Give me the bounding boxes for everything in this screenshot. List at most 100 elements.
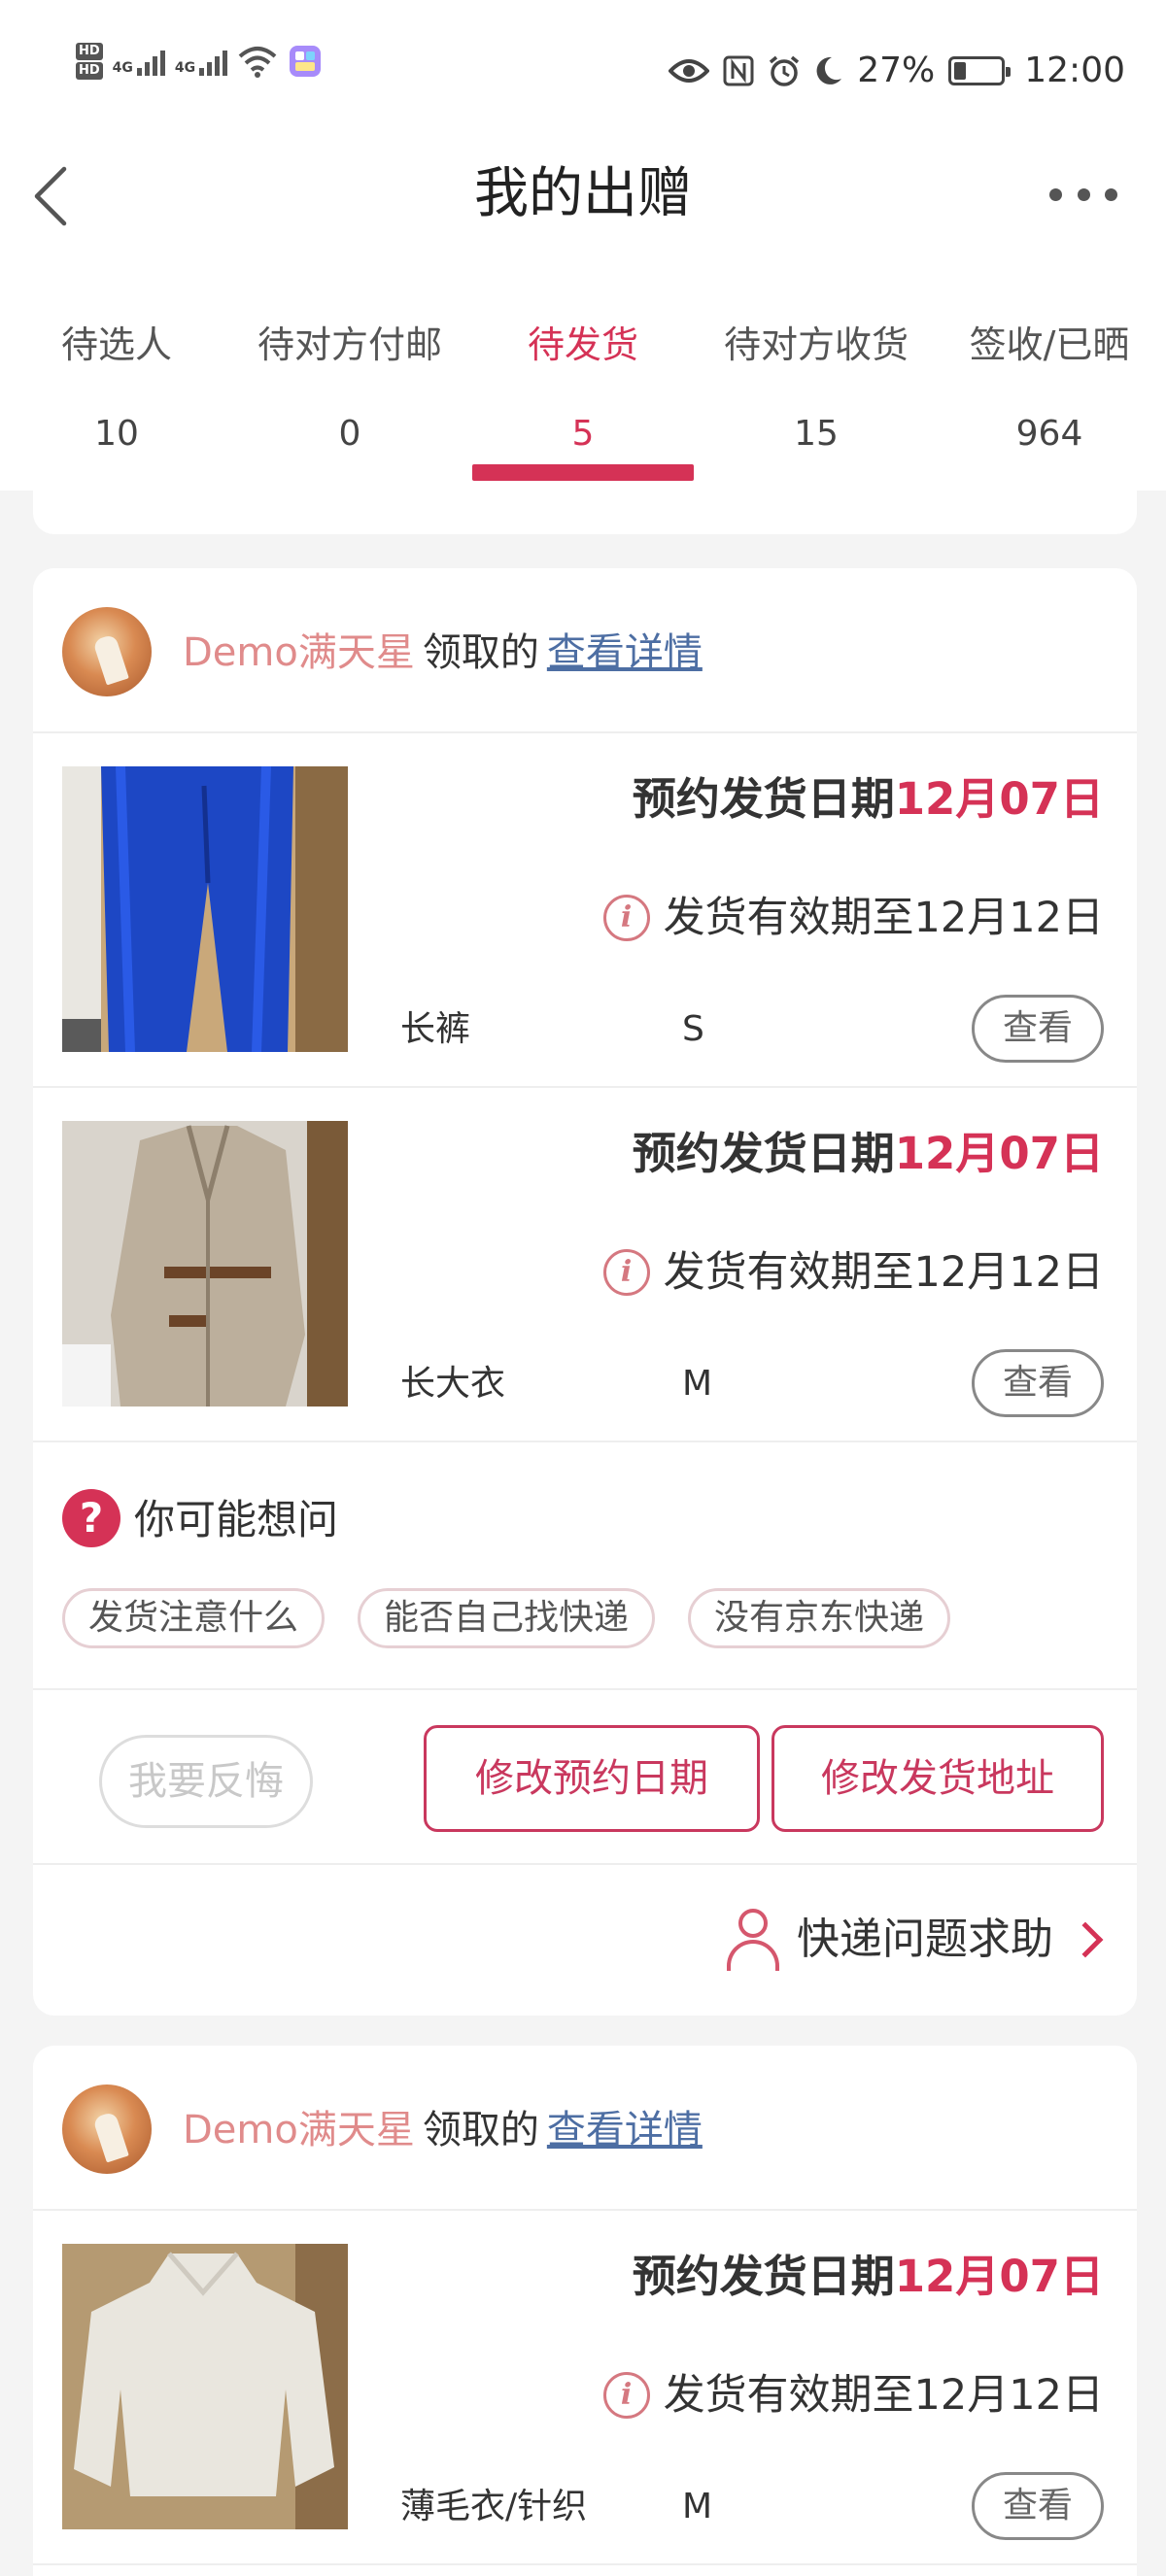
appointment-date: 预约发货日期12月07日 [633, 768, 1104, 830]
order-item: 预约发货日期12月07日 i 发货有效期至12月12日 长大衣 M 查看 [33, 1088, 1137, 1442]
status-bar-right: 27% 12:00 [669, 51, 1125, 90]
claim-label: 领取的 [422, 630, 539, 675]
net-2-label: 4G [174, 60, 196, 76]
status-bar: HD HD 4G 4G 27% 12:00 [0, 0, 1166, 146]
deadline-text: 发货有效期至12月12日 [663, 2371, 1104, 2420]
nfc-icon [723, 55, 754, 85]
alarm-icon [770, 55, 800, 86]
item-size: S [682, 1009, 704, 1049]
receiver-name[interactable]: Demo满天星 [183, 630, 415, 675]
receiver-name[interactable]: Demo满天星 [183, 2108, 415, 2152]
view-detail-link[interactable]: 查看详情 [547, 2108, 703, 2152]
moon-icon [816, 56, 842, 85]
view-item-button[interactable]: 查看 [972, 2472, 1104, 2540]
appointment-label: 预约发货日期 [632, 1128, 895, 1179]
tab-count: 15 [794, 414, 839, 454]
regret-button[interactable]: 我要反悔 [99, 1735, 313, 1828]
item-photo-pants[interactable] [62, 766, 348, 1052]
order-card: Demo满天星 领取的 查看详情 预约发货日期12月07日 i 发货有效期至12月1… [33, 568, 1137, 2016]
order-actions: 我要反悔 修改预约日期 修改发货地址 [33, 1690, 1137, 1865]
tab-count: 0 [338, 414, 361, 454]
tab-signed-shared[interactable]: 签收/已晒 964 [933, 282, 1166, 491]
appointment-label: 预约发货日期 [632, 773, 895, 825]
item-size: M [682, 1364, 713, 1404]
item-name: 长裤 [400, 1009, 471, 1049]
tab-label: 待对方收货 [723, 323, 909, 366]
faq-title: 你可能想问 [134, 1496, 339, 1543]
order-header: Demo满天星 领取的 查看详情 [33, 568, 1137, 733]
deadline-text: 发货有效期至12月12日 [663, 1248, 1104, 1297]
order-item: 预约发货日期12月07日 i 发货有效期至12月12日 薄毛衣/针织 M 查看 [33, 2211, 1137, 2565]
info-icon[interactable]: i [602, 895, 650, 941]
signal-1-icon: 4G [113, 47, 165, 76]
order-header-text: Demo满天星 领取的 查看详情 [183, 627, 703, 679]
tab-label: 待对方付邮 [257, 323, 442, 366]
shipping-deadline: i 发货有效期至12月12日 [602, 2364, 1104, 2426]
tab-label: 待选人 [60, 323, 172, 366]
signal-2-icon: 4G [174, 47, 228, 76]
avatar[interactable] [62, 2085, 152, 2174]
faq-section: ? 你可能想问 发货注意什么 能否自己找快递 没有京东快递 [33, 1442, 1137, 1690]
shipping-deadline: i 发货有效期至12月12日 [602, 1241, 1104, 1304]
tab-pending-postage[interactable]: 待对方付邮 0 [233, 282, 466, 491]
info-icon[interactable]: i [602, 2372, 650, 2419]
battery-percent: 27% [857, 51, 936, 90]
hd-1-label: HD [76, 43, 103, 60]
order-header-text: Demo满天星 领取的 查看详情 [183, 2104, 703, 2156]
order-header: Demo满天星 领取的 查看详情 [33, 2046, 1137, 2211]
change-shipping-address-button[interactable]: 修改发货地址 [772, 1725, 1104, 1832]
view-item-button[interactable]: 查看 [972, 1349, 1104, 1417]
deadline-text: 发货有效期至12月12日 [663, 894, 1104, 942]
tab-count: 5 [571, 414, 595, 454]
info-icon[interactable]: i [602, 1249, 650, 1296]
question-icon: ? [62, 1489, 120, 1547]
view-detail-link[interactable]: 查看详情 [547, 630, 703, 675]
tab-pending-shipment[interactable]: 待发货 5 [466, 282, 700, 491]
status-time: 12:00 [1024, 51, 1125, 90]
faq-chip[interactable]: 发货注意什么 [62, 1588, 326, 1648]
faq-chips: 发货注意什么 能否自己找快递 没有京东快递 [62, 1588, 951, 1648]
courier-help-row[interactable]: 快递问题求助 [33, 1865, 1137, 2016]
appointment-date: 预约发货日期12月07日 [633, 2246, 1104, 2308]
courier-help-label: 快递问题求助 [797, 1915, 1053, 1964]
tab-count: 10 [94, 414, 139, 454]
tab-label: 待发货 [527, 323, 638, 366]
courier-help-content: 快递问题求助 [725, 1906, 1108, 1974]
tab-pending-selection[interactable]: 待选人 10 [0, 282, 233, 491]
appointment-date: 预约发货日期12月07日 [633, 1123, 1104, 1185]
change-appointment-date-button[interactable]: 修改预约日期 [424, 1725, 760, 1832]
shipping-deadline: i 发货有效期至12月12日 [602, 887, 1104, 949]
navigation-bar: 我的出赠 [0, 146, 1166, 282]
appointment-date-value: 12月07日 [894, 1128, 1104, 1179]
view-item-button[interactable]: 查看 [972, 995, 1104, 1063]
previous-card-edge [33, 491, 1137, 534]
avatar[interactable] [62, 607, 152, 696]
appointment-date-value: 12月07日 [894, 2251, 1104, 2302]
order-card: Demo满天星 领取的 查看详情 预约发货日期12月07日 i 发货有效期至12月1… [33, 2046, 1137, 2576]
wifi-icon [238, 47, 277, 78]
hd-indicator: HD HD [76, 43, 103, 80]
chevron-right-icon [1067, 1921, 1104, 1958]
item-size: M [682, 2487, 713, 2526]
tab-pending-receipt[interactable]: 待对方收货 15 [700, 282, 933, 491]
battery-icon [948, 55, 1012, 85]
hd-2-label: HD [76, 62, 103, 80]
item-photo-coat[interactable] [62, 1121, 348, 1407]
eye-icon [669, 58, 710, 83]
app-badge-icon [290, 46, 322, 77]
tab-count: 964 [1015, 414, 1083, 454]
item-name: 长大衣 [400, 1364, 506, 1404]
item-name: 薄毛衣/针织 [400, 2487, 588, 2526]
net-1-label: 4G [112, 60, 133, 76]
item-photo-sweater[interactable] [62, 2244, 348, 2529]
person-icon [725, 1909, 781, 1971]
faq-chip[interactable]: 没有京东快递 [688, 1588, 951, 1648]
appointment-date-value: 12月07日 [894, 773, 1104, 825]
tab-label: 签收/已晒 [969, 323, 1130, 366]
appointment-label: 预约发货日期 [632, 2251, 895, 2302]
claim-label: 领取的 [422, 2108, 539, 2152]
faq-chip[interactable]: 能否自己找快递 [358, 1588, 656, 1648]
order-item: 预约发货日期12月07日 i 发货有效期至12月12日 长裤 S 查看 [33, 733, 1137, 1088]
more-options-icon[interactable] [1049, 175, 1117, 214]
status-bar-left: HD HD 4G 4G [76, 43, 323, 80]
